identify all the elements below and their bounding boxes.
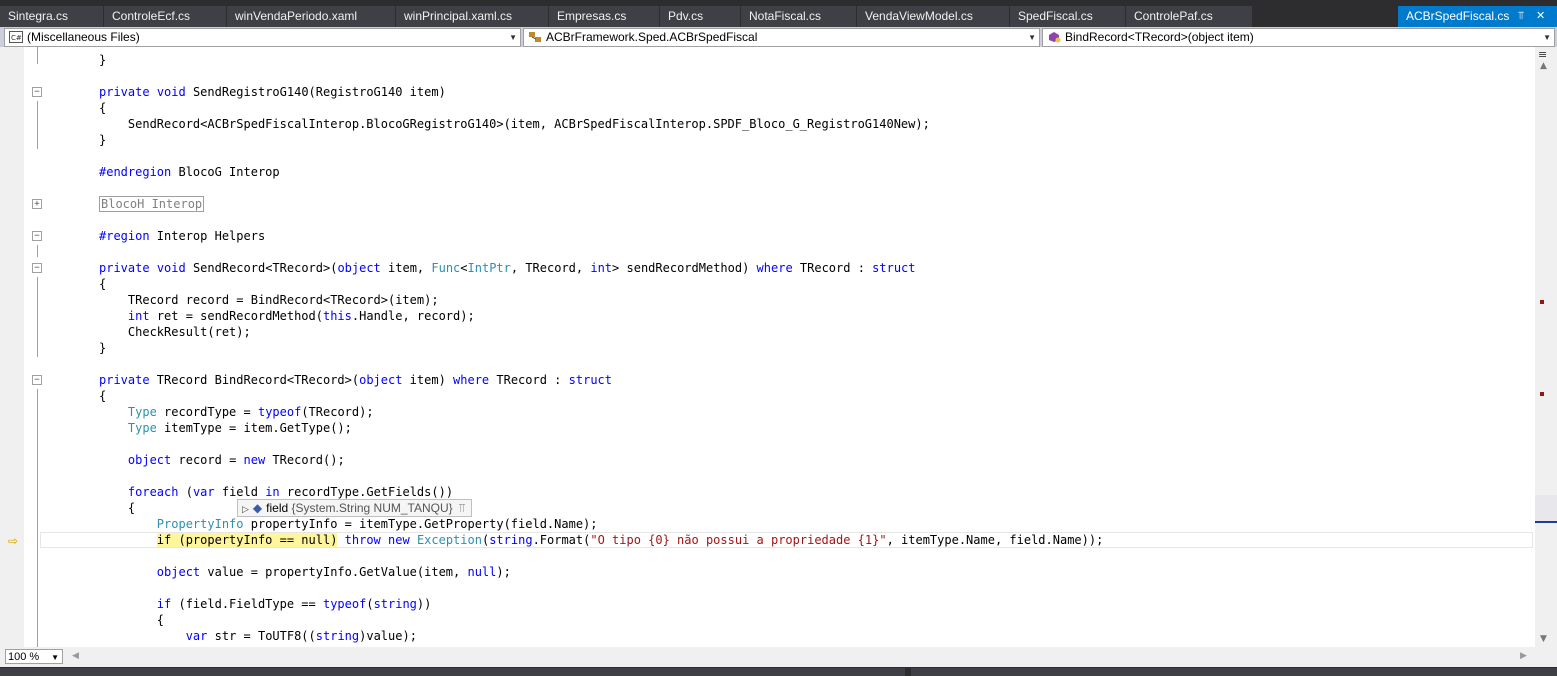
scroll-right-icon[interactable]: ▶ <box>1520 651 1527 661</box>
code-line: if (field.FieldType == typeof(string)) <box>156 597 432 611</box>
breakpoint-marker <box>1540 300 1544 304</box>
member-label: BindRecord<TRecord>(object item) <box>1065 30 1254 44</box>
scroll-left-icon[interactable]: ◀ <box>72 651 79 661</box>
tab-label: SpedFiscal.cs <box>1018 9 1093 23</box>
code-line: { <box>99 389 107 403</box>
code-line: Type itemType = item.GetType(); <box>127 421 352 435</box>
datatip-value: {System.String NUM_TANQU} <box>291 501 453 515</box>
chevron-down-icon: ▼ <box>509 33 517 42</box>
code-line: CheckResult(ret); <box>99 325 251 339</box>
tab-label: winPrincipal.xaml.cs <box>404 9 513 23</box>
code-line: object record = new TRecord(); <box>127 453 345 467</box>
scroll-up-icon[interactable]: ▲ <box>1540 61 1547 71</box>
chevron-down-icon: ▼ <box>1028 33 1036 42</box>
lower-panel-strip <box>0 667 1557 676</box>
field-icon: ◆ <box>252 501 263 515</box>
tab-acbr-sped-fiscal[interactable]: ACBrSpedFiscal.cs ⫪ ✕ <box>1398 6 1557 27</box>
debugger-datatip[interactable]: ▷ ◆ field {System.String NUM_TANQU} ⫪ <box>237 499 473 517</box>
scroll-thumb[interactable] <box>1535 495 1557 523</box>
zoom-value: 100 % <box>8 651 40 663</box>
tab-label: ACBrSpedFiscal.cs <box>1406 9 1510 23</box>
code-line: #endregion BlocoG Interop <box>99 165 280 179</box>
tab-label: Pdv.cs <box>668 9 704 23</box>
expand-arrow-icon[interactable]: ▷ <box>242 504 249 514</box>
document-tab-strip: Sintegra.cs ControleEcf.cs winVendaPerio… <box>0 0 1557 27</box>
current-statement-line: if (propertyInfo == null) throw new Exce… <box>156 533 1104 547</box>
csharp-file-icon: C# <box>9 31 23 43</box>
pin-icon[interactable]: ⫪ <box>459 501 466 515</box>
code-line: private TRecord BindRecord<TRecord>(obje… <box>99 373 612 387</box>
tab-win-venda-periodo[interactable]: winVendaPeriodo.xaml <box>227 6 395 27</box>
class-icon <box>528 31 542 43</box>
close-icon[interactable]: ✕ <box>1528 6 1545 26</box>
code-line: TRecord record = BindRecord<TRecord>(ite… <box>99 293 439 307</box>
code-line: foreach (var field in recordType.GetFiel… <box>127 485 454 499</box>
panel-tab[interactable] <box>911 668 1557 676</box>
tab-win-principal[interactable]: winPrincipal.xaml.cs <box>396 6 548 27</box>
datatip-name: field <box>266 501 289 515</box>
tab-controle-paf[interactable]: ControlePaf.cs <box>1126 6 1252 27</box>
tab-label: winVendaPeriodo.xaml <box>235 9 358 23</box>
code-line: { <box>99 613 165 627</box>
project-label: (Miscellaneous Files) <box>27 30 140 44</box>
code-line: SendRecord<ACBrSpedFiscalInterop.BlocoGR… <box>99 117 930 131</box>
tab-sintegra[interactable]: Sintegra.cs <box>0 6 103 27</box>
vertical-scrollbar[interactable]: ≡ ▲ ▼ <box>1535 47 1557 647</box>
current-position-marker <box>1535 521 1557 523</box>
tab-controle-ecf[interactable]: ControleEcf.cs <box>104 6 226 27</box>
member-dropdown[interactable]: BindRecord<TRecord>(object item) ▼ <box>1042 28 1555 47</box>
code-editor[interactable]: − + − − − ⇨ } private void SendRegistroG… <box>0 47 1557 647</box>
tab-label: NotaFiscal.cs <box>749 9 822 23</box>
panel-tab[interactable] <box>0 668 905 676</box>
splitter-icon[interactable]: ≡ <box>1538 49 1552 60</box>
code-line: private void SendRegistroG140(RegistroG1… <box>99 85 446 99</box>
tab-sped-fiscal[interactable]: SpedFiscal.cs <box>1010 6 1125 27</box>
chevron-down-icon: ▼ <box>1543 33 1551 42</box>
tab-venda-view-model[interactable]: VendaViewModel.cs <box>857 6 1009 27</box>
code-line: object value = propertyInfo.GetValue(ite… <box>156 565 511 579</box>
tab-pdv[interactable]: Pdv.cs <box>660 6 740 27</box>
code-line: } <box>99 341 107 355</box>
tab-nota-fiscal[interactable]: NotaFiscal.cs <box>741 6 856 27</box>
code-line: { <box>99 501 136 515</box>
pin-icon[interactable]: ⫪ <box>1510 6 1524 26</box>
code-line: PropertyInfo propertyInfo = itemType.Get… <box>156 517 598 531</box>
method-icon <box>1047 31 1061 43</box>
code-line: Type recordType = typeof(TRecord); <box>127 405 374 419</box>
breakpoint-marker <box>1540 392 1544 396</box>
collapsed-region[interactable]: BlocoH Interop <box>99 196 205 212</box>
code-line: int ret = sendRecordMethod(this.Handle, … <box>127 309 475 323</box>
navigation-bar: C# (Miscellaneous Files) ▼ ACBrFramework.… <box>0 27 1557 47</box>
svg-text:C#: C# <box>11 34 22 42</box>
chevron-down-icon: ▼ <box>51 653 59 662</box>
code-line: { <box>99 101 107 115</box>
type-dropdown[interactable]: ACBrFramework.Sped.ACBrSpedFiscal ▼ <box>523 28 1040 47</box>
code-line: var str = ToUTF8((string)value); <box>185 629 417 643</box>
project-dropdown[interactable]: C# (Miscellaneous Files) ▼ <box>4 28 521 47</box>
code-line: { <box>99 277 107 291</box>
tab-label: ControleEcf.cs <box>112 9 191 23</box>
tab-empresas[interactable]: Empresas.cs <box>549 6 659 27</box>
editor-bottom-bar: 100 % ▼ ◀ ▶ <box>0 647 1557 667</box>
scroll-down-icon[interactable]: ▼ <box>1540 634 1547 644</box>
zoom-dropdown[interactable]: 100 % ▼ <box>5 649 63 664</box>
code-line: } <box>99 53 107 67</box>
tab-label: ControlePaf.cs <box>1134 9 1213 23</box>
tab-label: Sintegra.cs <box>8 9 69 23</box>
code-line: } <box>99 133 107 147</box>
tab-label: VendaViewModel.cs <box>865 9 973 23</box>
code-line: #region Interop Helpers <box>99 229 266 243</box>
type-label: ACBrFramework.Sped.ACBrSpedFiscal <box>546 30 758 44</box>
tab-label: Empresas.cs <box>557 9 627 23</box>
code-line: private void SendRecord<TRecord>(object … <box>99 261 916 275</box>
code-lines: } private void SendRegistroG140(Registro… <box>0 47 1535 647</box>
